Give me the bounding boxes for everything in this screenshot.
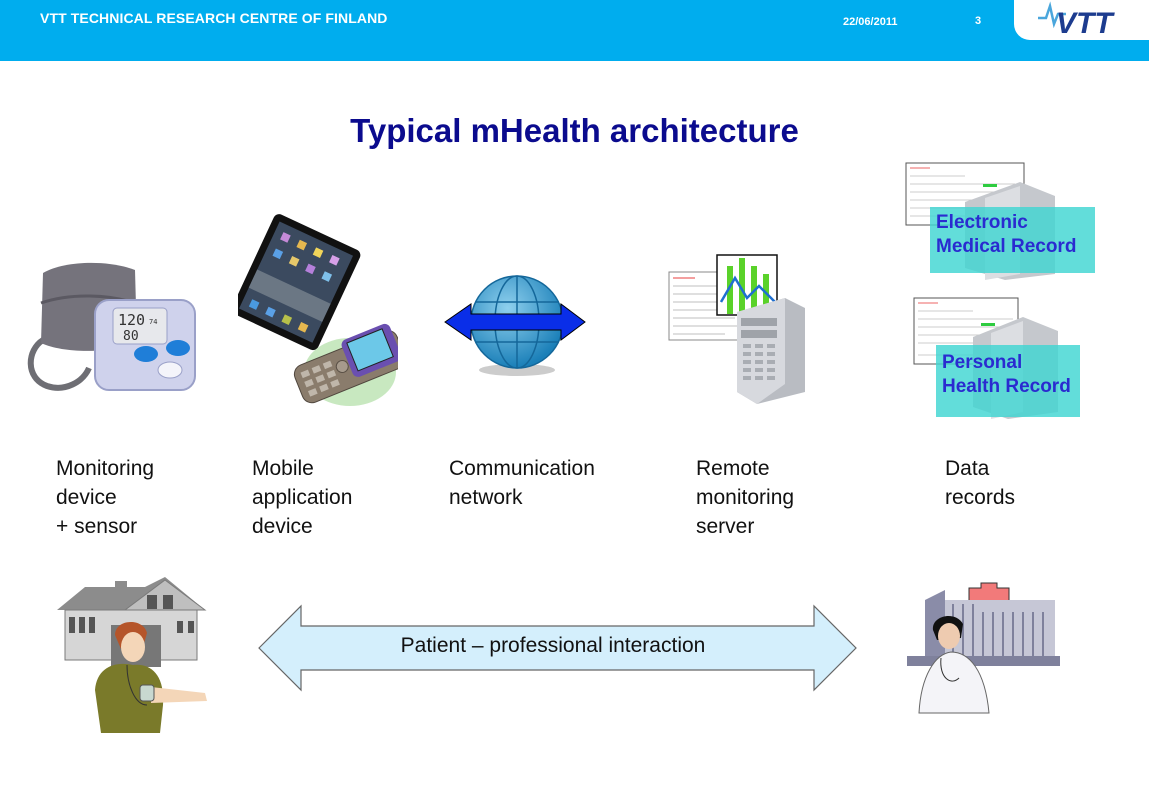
label-line: Monitoring [56, 457, 155, 480]
vtt-logo: VTT [1014, 0, 1149, 40]
slide-title: Typical mHealth architecture [350, 112, 799, 149]
emr-label-box: Electronic Medical Record [930, 207, 1095, 273]
label-line: records [945, 486, 1016, 509]
logo-text: VTT [1056, 7, 1115, 40]
label-monitoring-device: Monitoring device + sensor [56, 454, 154, 541]
organization-name: VTT TECHNICAL RESEARCH CENTRE OF FINLAND [40, 10, 388, 26]
label-communication-network: Communication network [449, 454, 595, 512]
label-line: Remote [696, 457, 770, 480]
label-mobile-device: Mobile application device [252, 454, 352, 541]
server-with-chart-icon [665, 252, 815, 412]
emr-label-line2: Medical Record [936, 236, 1077, 257]
pulse-reading: 74 [149, 318, 157, 326]
label-line: device [252, 515, 313, 538]
slide-header: VTT TECHNICAL RESEARCH CENTRE OF FINLAND… [0, 0, 1149, 61]
patient-at-home-icon [55, 575, 220, 740]
vtt-logo-icon: VTT [1038, 1, 1115, 40]
page-number: 3 [975, 15, 982, 27]
label-line: + sensor [56, 515, 138, 538]
diastolic-reading: 80 [123, 329, 139, 344]
label-line: monitoring [696, 486, 795, 509]
label-line: network [449, 486, 523, 509]
emr-label-line1: Electronic [936, 212, 1028, 233]
label-line: application [252, 486, 353, 509]
label-remote-server: Remote monitoring server [696, 454, 794, 541]
label-line: Data [945, 457, 990, 480]
globe-with-arrows-icon [443, 270, 588, 385]
tablet-and-phone-icon [231, 212, 406, 417]
doctor-at-hospital-icon [905, 578, 1071, 723]
phr-label-line2: Health Record [942, 376, 1071, 397]
interaction-label: Patient – professional interaction [400, 634, 706, 657]
phr-label-box: Personal Health Record [936, 345, 1080, 417]
label-line: Mobile [252, 457, 314, 480]
label-line: Communication [449, 457, 595, 480]
phr-label-line1: Personal [942, 352, 1023, 373]
label-line: server [696, 515, 755, 538]
label-line: device [56, 486, 117, 509]
label-data-records: Data records [945, 454, 1015, 512]
slide-date: 22/06/2011 [843, 16, 898, 28]
blood-pressure-monitor-icon: 120 80 74 [25, 258, 200, 403]
systolic-reading: 120 [118, 311, 145, 329]
